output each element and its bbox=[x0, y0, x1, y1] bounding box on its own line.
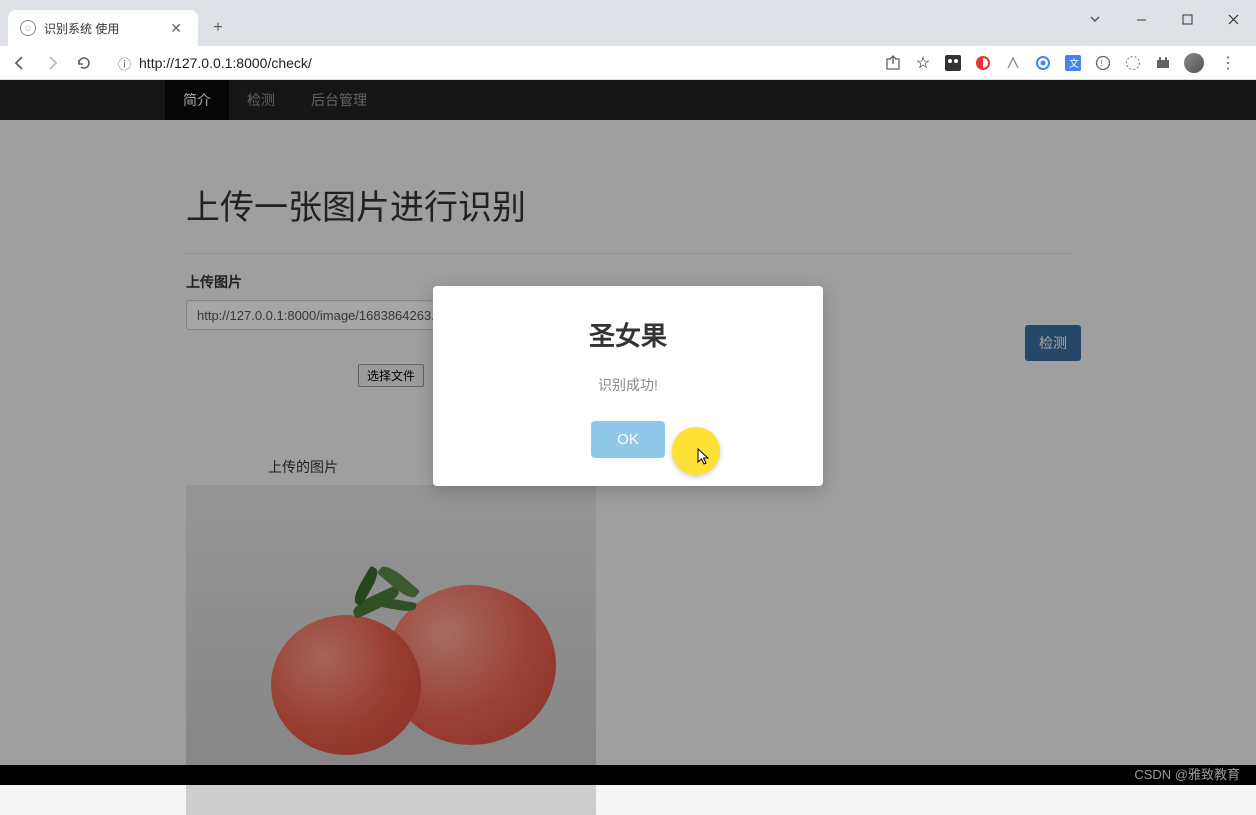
reload-button[interactable] bbox=[74, 55, 94, 71]
site-info-icon[interactable]: ⓘ bbox=[118, 54, 131, 73]
url-text: http://127.0.0.1:8000/check/ bbox=[139, 55, 312, 71]
browser-chrome: ◌ 识别系统 使用 ✕ + ⓘ http://127.0.0.1:8000/ch… bbox=[0, 0, 1256, 80]
back-button[interactable] bbox=[10, 55, 30, 71]
forward-button bbox=[42, 55, 62, 71]
tab-title: 识别系统 使用 bbox=[44, 20, 166, 37]
close-tab-icon[interactable]: ✕ bbox=[166, 18, 186, 39]
url-input[interactable]: ⓘ http://127.0.0.1:8000/check/ bbox=[106, 49, 872, 77]
extension-icon-7[interactable] bbox=[1124, 54, 1142, 72]
extension-icon-2[interactable] bbox=[974, 54, 992, 72]
browser-menu-icon[interactable]: ⋮ bbox=[1216, 53, 1240, 73]
window-controls bbox=[1118, 0, 1256, 38]
extension-icon-5[interactable]: 文 bbox=[1064, 54, 1082, 72]
cursor-highlight bbox=[672, 427, 720, 475]
address-bar: ⓘ http://127.0.0.1:8000/check/ ☆ 文 ! ⋮ bbox=[0, 46, 1256, 80]
close-window-button[interactable] bbox=[1210, 0, 1256, 38]
extensions-puzzle-icon[interactable] bbox=[1154, 54, 1172, 72]
new-tab-button[interactable]: + bbox=[204, 14, 232, 42]
svg-text:文: 文 bbox=[1069, 57, 1079, 70]
result-modal: 圣女果 识别成功! OK bbox=[433, 286, 823, 486]
browser-tab[interactable]: ◌ 识别系统 使用 ✕ bbox=[8, 10, 198, 46]
profile-avatar[interactable] bbox=[1184, 53, 1204, 73]
tab-bar: ◌ 识别系统 使用 ✕ + bbox=[0, 0, 1256, 46]
modal-title: 圣女果 bbox=[453, 316, 803, 353]
extension-icon-1[interactable] bbox=[944, 54, 962, 72]
extension-icon-3[interactable] bbox=[1004, 54, 1022, 72]
extension-icons: ☆ 文 ! ⋮ bbox=[884, 53, 1246, 73]
extension-icon-4[interactable] bbox=[1034, 54, 1052, 72]
star-icon[interactable]: ☆ bbox=[914, 54, 932, 72]
svg-text:!: ! bbox=[1101, 59, 1103, 68]
minimize-button[interactable] bbox=[1118, 0, 1164, 38]
extension-icon-6[interactable]: ! bbox=[1094, 54, 1112, 72]
cursor-icon bbox=[697, 448, 711, 469]
tab-dropdown-icon[interactable] bbox=[1089, 12, 1101, 30]
modal-ok-button[interactable]: OK bbox=[591, 421, 665, 458]
watermark: CSDN @雅致教育 bbox=[1134, 764, 1240, 783]
globe-icon: ◌ bbox=[20, 20, 36, 36]
modal-overlay[interactable]: 圣女果 识别成功! OK bbox=[0, 80, 1256, 765]
share-icon[interactable] bbox=[884, 54, 902, 72]
bottom-bar bbox=[0, 765, 1256, 785]
maximize-button[interactable] bbox=[1164, 0, 1210, 38]
modal-message: 识别成功! bbox=[453, 375, 803, 395]
